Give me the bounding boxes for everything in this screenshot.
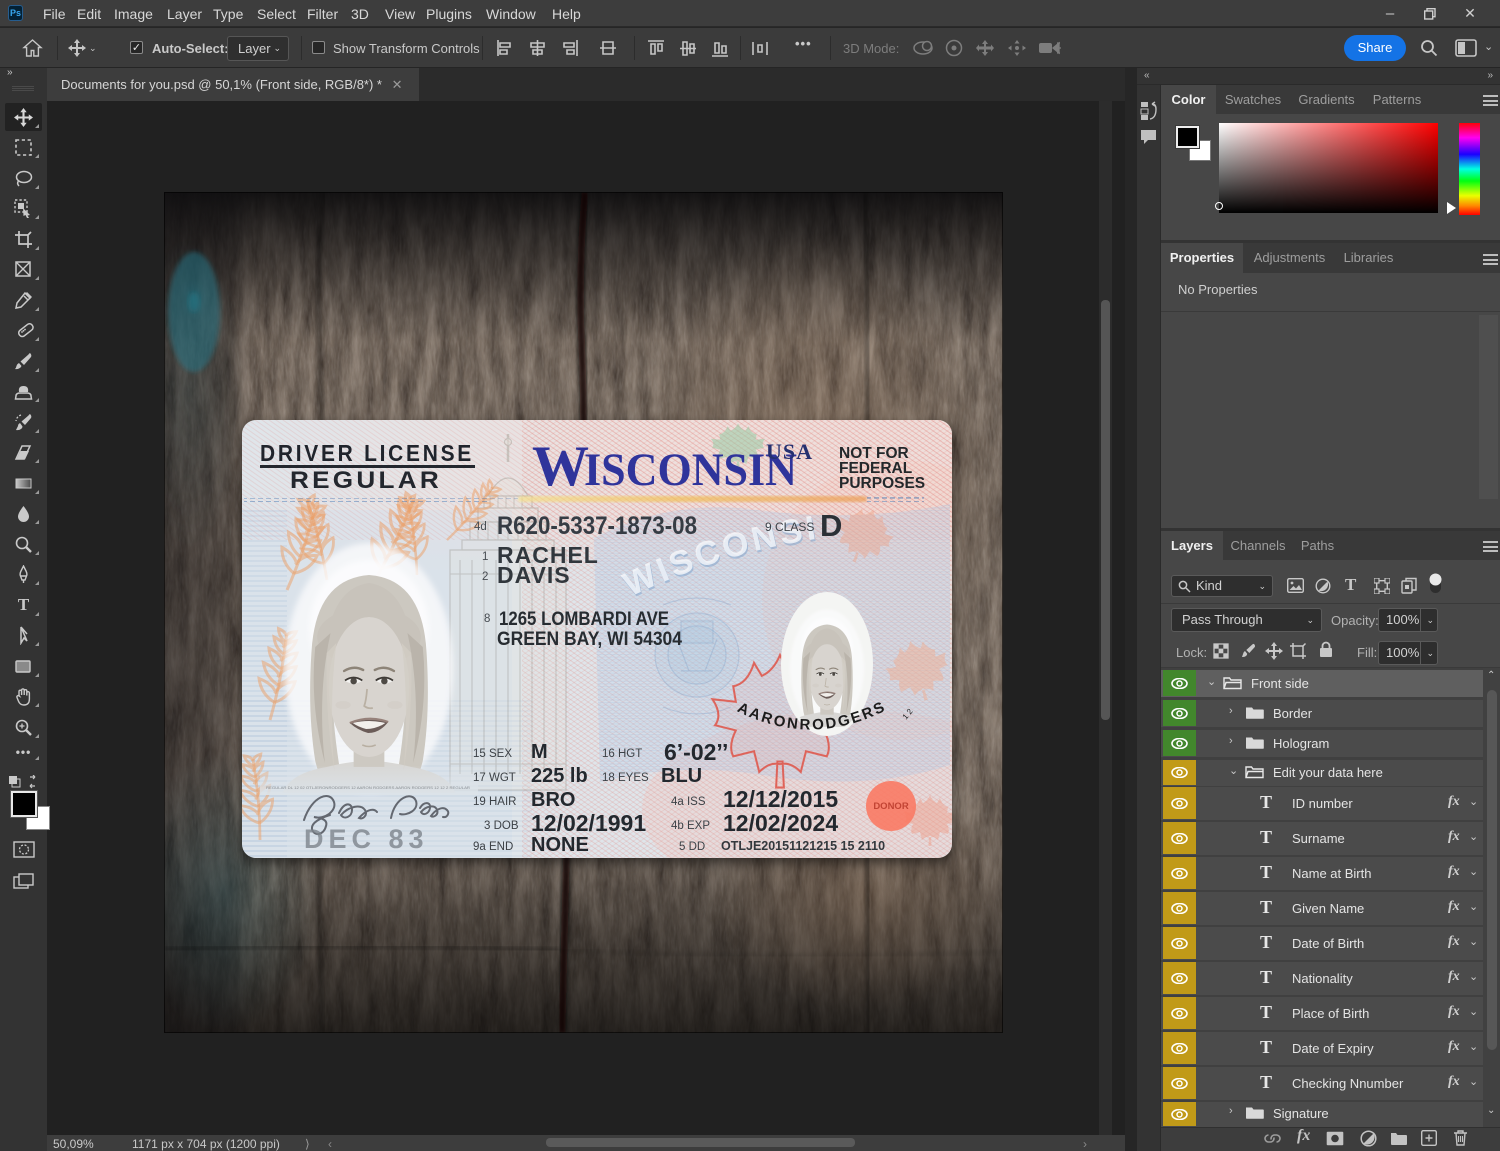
svg-text:2: 2 <box>482 571 488 583</box>
svg-text:15 SEX: 15 SEX <box>473 748 512 760</box>
svg-text:4b EXP: 4b EXP <box>671 820 710 832</box>
svg-text:5 DD: 5 DD <box>679 841 705 853</box>
svg-text:DRIVER LICENSE: DRIVER LICENSE <box>260 440 474 466</box>
svg-text:DEC 83: DEC 83 <box>304 824 429 854</box>
svg-text:3 DOB: 3 DOB <box>484 820 519 832</box>
svg-text:BRO: BRO <box>531 789 575 811</box>
svg-text:R620-5337-1873-08: R620-5337-1873-08 <box>497 512 697 540</box>
svg-text:M: M <box>531 741 548 763</box>
svg-text:OTLJE20151121215 15 2110: OTLJE20151121215 15 2110 <box>721 839 885 853</box>
svg-text:REGULAR: REGULAR <box>290 467 442 494</box>
svg-text:1265 LOMBARDI AVE: 1265 LOMBARDI AVE <box>499 609 669 630</box>
svg-text:REGULAR DL 12 02 OTLJERONRODGE: REGULAR DL 12 02 OTLJERONRODGERS 12 AARO… <box>266 786 470 790</box>
svg-text:GREEN BAY, WI 54304: GREEN BAY, WI 54304 <box>497 629 682 650</box>
svg-text:12/02/2024: 12/02/2024 <box>723 810 838 836</box>
svg-text:4d: 4d <box>474 521 487 533</box>
svg-text:DONOR: DONOR <box>873 801 909 812</box>
svg-text:PURPOSES: PURPOSES <box>839 475 925 492</box>
svg-text:W: W <box>532 435 589 498</box>
svg-text:BLU: BLU <box>661 765 702 787</box>
svg-text:NONE: NONE <box>531 834 589 856</box>
svg-text:6’-02’’: 6’-02’’ <box>664 739 728 765</box>
svg-text:1: 1 <box>482 551 488 563</box>
svg-text:USA: USA <box>766 439 813 464</box>
svg-text:12/02/1991: 12/02/1991 <box>531 810 646 836</box>
svg-text:17 WGT: 17 WGT <box>473 772 516 784</box>
svg-text:4a ISS: 4a ISS <box>671 796 706 808</box>
svg-text:19 HAIR: 19 HAIR <box>473 796 516 808</box>
svg-text:16 HGT: 16 HGT <box>602 748 642 760</box>
svg-text:12/12/2015: 12/12/2015 <box>723 786 838 812</box>
svg-text:9a END: 9a END <box>473 841 513 853</box>
svg-text:8: 8 <box>484 613 490 625</box>
svg-text:9 CLASS: 9 CLASS <box>765 520 814 534</box>
svg-text:225 lb: 225 lb <box>531 765 588 787</box>
svg-text:18 EYES: 18 EYES <box>602 772 649 784</box>
svg-text:DAVIS: DAVIS <box>497 562 571 588</box>
svg-text:D: D <box>820 508 842 543</box>
